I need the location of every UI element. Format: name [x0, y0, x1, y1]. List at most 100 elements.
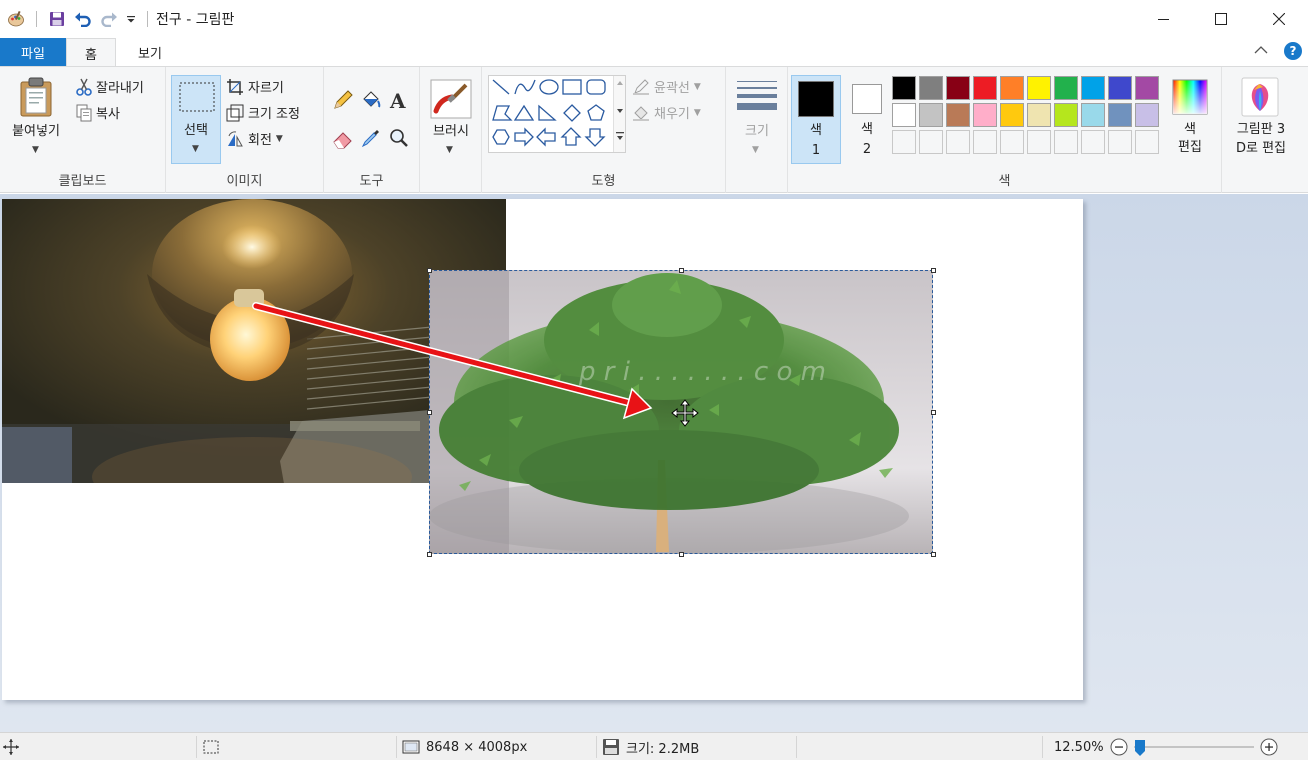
canvas-workspace[interactable]: p r i . . . . . . . c o m — [0, 194, 1308, 732]
fill-dropdown-icon[interactable]: ▼ — [694, 108, 701, 118]
palette-swatch[interactable] — [1135, 103, 1159, 127]
palette-swatch[interactable] — [1054, 76, 1078, 100]
shapes-gallery[interactable] — [488, 75, 626, 153]
custom-color-slot[interactable] — [919, 130, 943, 154]
customize-toolbar-icon[interactable] — [125, 9, 137, 29]
selection-handle[interactable] — [427, 410, 432, 415]
fill-button[interactable]: 채우기 ▼ — [632, 103, 701, 122]
outline-dropdown-icon[interactable]: ▼ — [694, 82, 701, 92]
zoom-in-icon[interactable] — [1260, 738, 1278, 756]
paste-dropdown-icon[interactable]: ▼ — [32, 145, 39, 155]
palette-swatch[interactable] — [973, 76, 997, 100]
palette-swatch[interactable] — [1108, 103, 1132, 127]
custom-color-slot[interactable] — [1081, 130, 1105, 154]
ribbon: 붙여넣기 ▼ 잘라내기 복사 클립보드 선택 ▼ 자르기 크기 조정 회전 ▼ … — [0, 66, 1308, 193]
palette-swatch[interactable] — [1135, 76, 1159, 100]
size-group: 크기 ▼ — [726, 67, 788, 193]
select-button[interactable]: 선택 ▼ — [171, 75, 221, 164]
edit-colors-button[interactable]: 색 편집 — [1166, 75, 1214, 164]
undo-icon[interactable] — [73, 9, 93, 29]
custom-color-slot[interactable] — [1000, 130, 1024, 154]
color1-label: 색 — [810, 123, 822, 138]
palette-swatch[interactable] — [1027, 76, 1051, 100]
copy-button[interactable]: 복사 — [76, 103, 120, 122]
tab-file[interactable]: 파일 — [0, 38, 66, 66]
redo-icon[interactable] — [99, 9, 119, 29]
resize-button[interactable]: 크기 조정 — [226, 103, 300, 122]
zoom-slider-thumb[interactable] — [1134, 739, 1146, 756]
color-picker-icon[interactable] — [360, 127, 382, 149]
pencil-icon[interactable] — [332, 89, 354, 111]
save-icon[interactable] — [47, 9, 67, 29]
minimize-button[interactable] — [1134, 0, 1192, 38]
zoom-slider[interactable] — [1133, 738, 1254, 756]
color1-button[interactable]: 색 1 — [791, 75, 841, 164]
palette-swatch[interactable] — [973, 103, 997, 127]
crop-button[interactable]: 자르기 — [226, 77, 284, 96]
tab-home[interactable]: 홈 — [66, 38, 116, 67]
palette-swatch[interactable] — [1054, 103, 1078, 127]
palette-swatch[interactable] — [946, 76, 970, 100]
palette-swatch[interactable] — [1081, 76, 1105, 100]
palette-swatch[interactable] — [1108, 76, 1132, 100]
color2-button[interactable]: 색 2 — [844, 75, 890, 164]
custom-color-slot[interactable] — [892, 130, 916, 154]
custom-color-slot[interactable] — [973, 130, 997, 154]
palette-swatch[interactable] — [919, 76, 943, 100]
selection-handle[interactable] — [931, 268, 936, 273]
custom-color-slot[interactable] — [1054, 130, 1078, 154]
custom-color-slot[interactable] — [1027, 130, 1051, 154]
color1-swatch — [798, 81, 834, 117]
zoom-out-icon[interactable] — [1110, 738, 1128, 756]
tab-view[interactable]: 보기 — [120, 38, 180, 66]
palette-swatch[interactable] — [919, 103, 943, 127]
palette-swatch[interactable] — [1027, 103, 1051, 127]
close-button[interactable] — [1250, 0, 1308, 38]
toolbar-separator — [36, 11, 37, 27]
palette-swatch[interactable] — [892, 103, 916, 127]
title-bar: 전구 - 그림판 — [0, 0, 1308, 38]
palette-swatch[interactable] — [892, 76, 916, 100]
size-button[interactable]: 크기 ▼ — [730, 75, 784, 161]
selection-size-icon — [203, 740, 219, 754]
selection-handle[interactable] — [427, 268, 432, 273]
palette-swatch[interactable] — [1000, 103, 1024, 127]
selection-handle[interactable] — [427, 552, 432, 557]
collapse-ribbon-icon[interactable] — [1254, 44, 1268, 59]
cut-button[interactable]: 잘라내기 — [76, 77, 144, 96]
selection-handle[interactable] — [679, 268, 684, 273]
rotate-dropdown-icon[interactable]: ▼ — [276, 134, 283, 144]
selection-handle[interactable] — [679, 552, 684, 557]
toolbar-separator — [147, 11, 148, 27]
custom-color-slot[interactable] — [946, 130, 970, 154]
eraser-icon[interactable] — [332, 127, 354, 149]
edit-colors-label-1: 색 — [1184, 122, 1196, 137]
brushes-button[interactable]: 브러시 ▼ — [424, 75, 478, 161]
palette-swatch[interactable] — [1000, 76, 1024, 100]
paste-button[interactable]: 붙여넣기 ▼ — [4, 73, 68, 163]
clipboard-group-label: 클립보드 — [58, 174, 107, 189]
brushes-dropdown-icon[interactable]: ▼ — [446, 145, 453, 155]
ribbon-right-controls: ? — [1254, 42, 1302, 60]
edit-with-paint3d-button[interactable]: 그림판 3 D로 편집 — [1226, 75, 1296, 165]
palette-swatch[interactable] — [1081, 103, 1105, 127]
custom-color-slot[interactable] — [1108, 130, 1132, 154]
select-dropdown-icon[interactable]: ▼ — [192, 144, 199, 154]
size-dropdown-icon[interactable]: ▼ — [752, 145, 759, 155]
color-palette — [892, 76, 1164, 158]
drawing-canvas[interactable]: p r i . . . . . . . c o m — [2, 199, 1083, 700]
text-tool-icon[interactable]: A — [388, 89, 410, 111]
outline-button[interactable]: 윤곽선 ▼ — [632, 77, 701, 96]
magnifier-icon[interactable] — [388, 127, 410, 149]
shapes-scroll-bar[interactable] — [613, 76, 625, 152]
selection-handle[interactable] — [931, 552, 936, 557]
maximize-button[interactable] — [1192, 0, 1250, 38]
help-icon[interactable]: ? — [1284, 42, 1302, 60]
fill-bucket-icon[interactable] — [360, 89, 382, 111]
custom-color-slot[interactable] — [1135, 130, 1159, 154]
palette-swatch[interactable] — [946, 103, 970, 127]
rotate-button[interactable]: 회전 ▼ — [226, 129, 283, 148]
selection-handle[interactable] — [931, 410, 936, 415]
disk-icon — [603, 739, 619, 755]
paint-app-icon[interactable] — [6, 9, 26, 29]
